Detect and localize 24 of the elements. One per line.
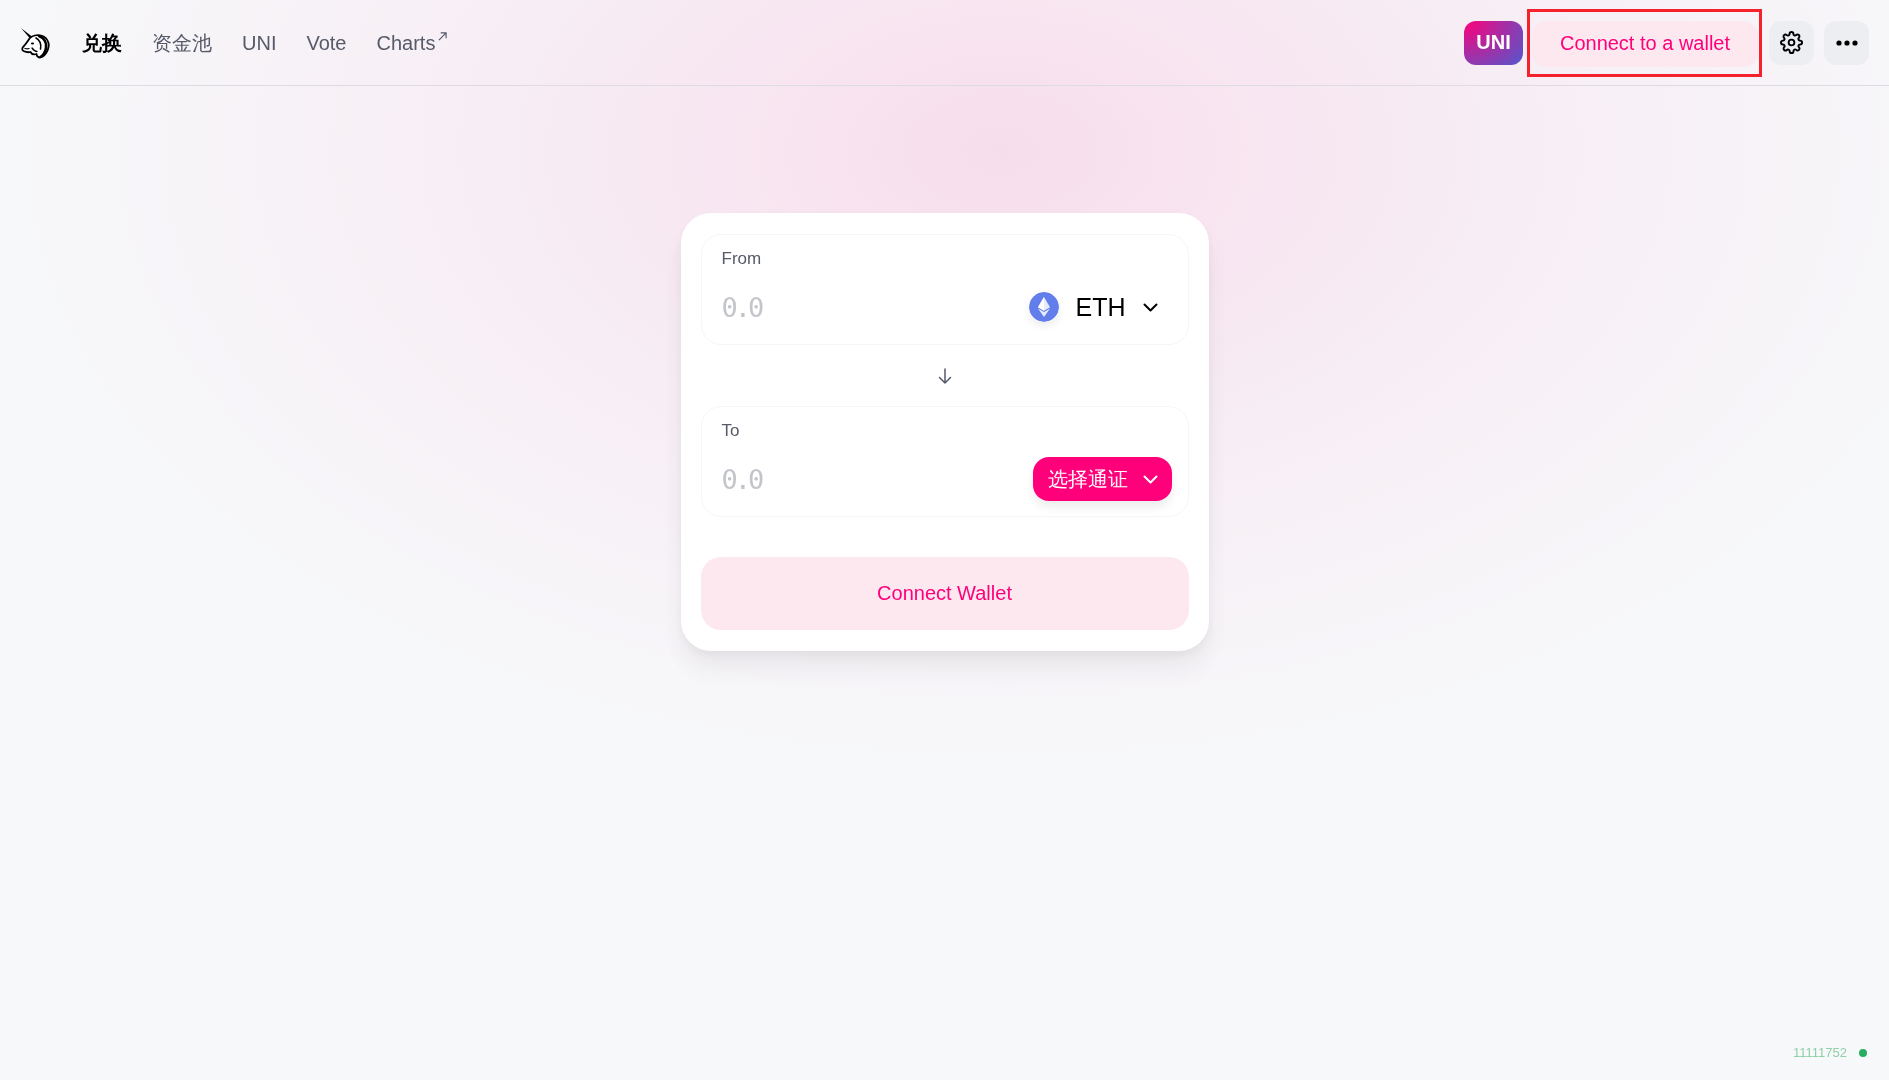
more-button[interactable] bbox=[1824, 20, 1869, 65]
nav-link[interactable]: UNI bbox=[242, 30, 277, 55]
uni-badge-button[interactable]: UNI bbox=[1464, 20, 1523, 65]
eth-coin-icon bbox=[1028, 292, 1059, 322]
more-icon bbox=[1835, 39, 1858, 46]
nav-link[interactable]: 资金池 bbox=[152, 30, 212, 55]
chevron-down-icon bbox=[1142, 302, 1158, 312]
unicorn-logo-icon[interactable] bbox=[20, 26, 50, 59]
field-label: From bbox=[721, 249, 762, 269]
down-arrow-icon[interactable] bbox=[936, 367, 953, 384]
settings-button[interactable] bbox=[1769, 20, 1814, 65]
chevron-down-icon bbox=[1142, 474, 1158, 484]
connect-wallet-button[interactable]: Connect to a wallet bbox=[1532, 20, 1758, 67]
nav-link[interactable]: Vote bbox=[306, 30, 347, 55]
connect-wallet-button[interactable]: Connect Wallet bbox=[700, 557, 1189, 630]
nav-link[interactable]: Charts bbox=[376, 30, 448, 55]
settings-icon bbox=[1780, 31, 1803, 54]
amount-input[interactable]: 0.0 bbox=[721, 461, 1033, 497]
status-dot-icon bbox=[1859, 1049, 1867, 1057]
amount-input[interactable]: 0.0 bbox=[721, 289, 1029, 325]
nav-link[interactable]: 兑换 bbox=[82, 30, 122, 55]
field-label: To bbox=[721, 421, 740, 441]
token-select-button[interactable]: 选择通证 bbox=[1032, 457, 1172, 501]
token-select-button[interactable]: ETH bbox=[1028, 285, 1172, 329]
